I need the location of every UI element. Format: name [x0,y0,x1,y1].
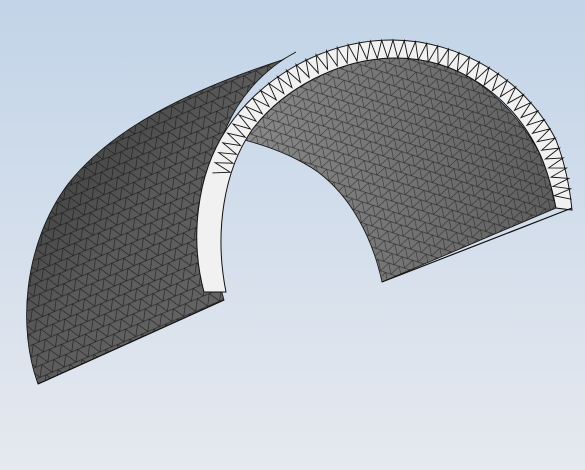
graphics-viewport[interactable] [0,0,585,470]
mesh-scene[interactable] [0,0,585,470]
